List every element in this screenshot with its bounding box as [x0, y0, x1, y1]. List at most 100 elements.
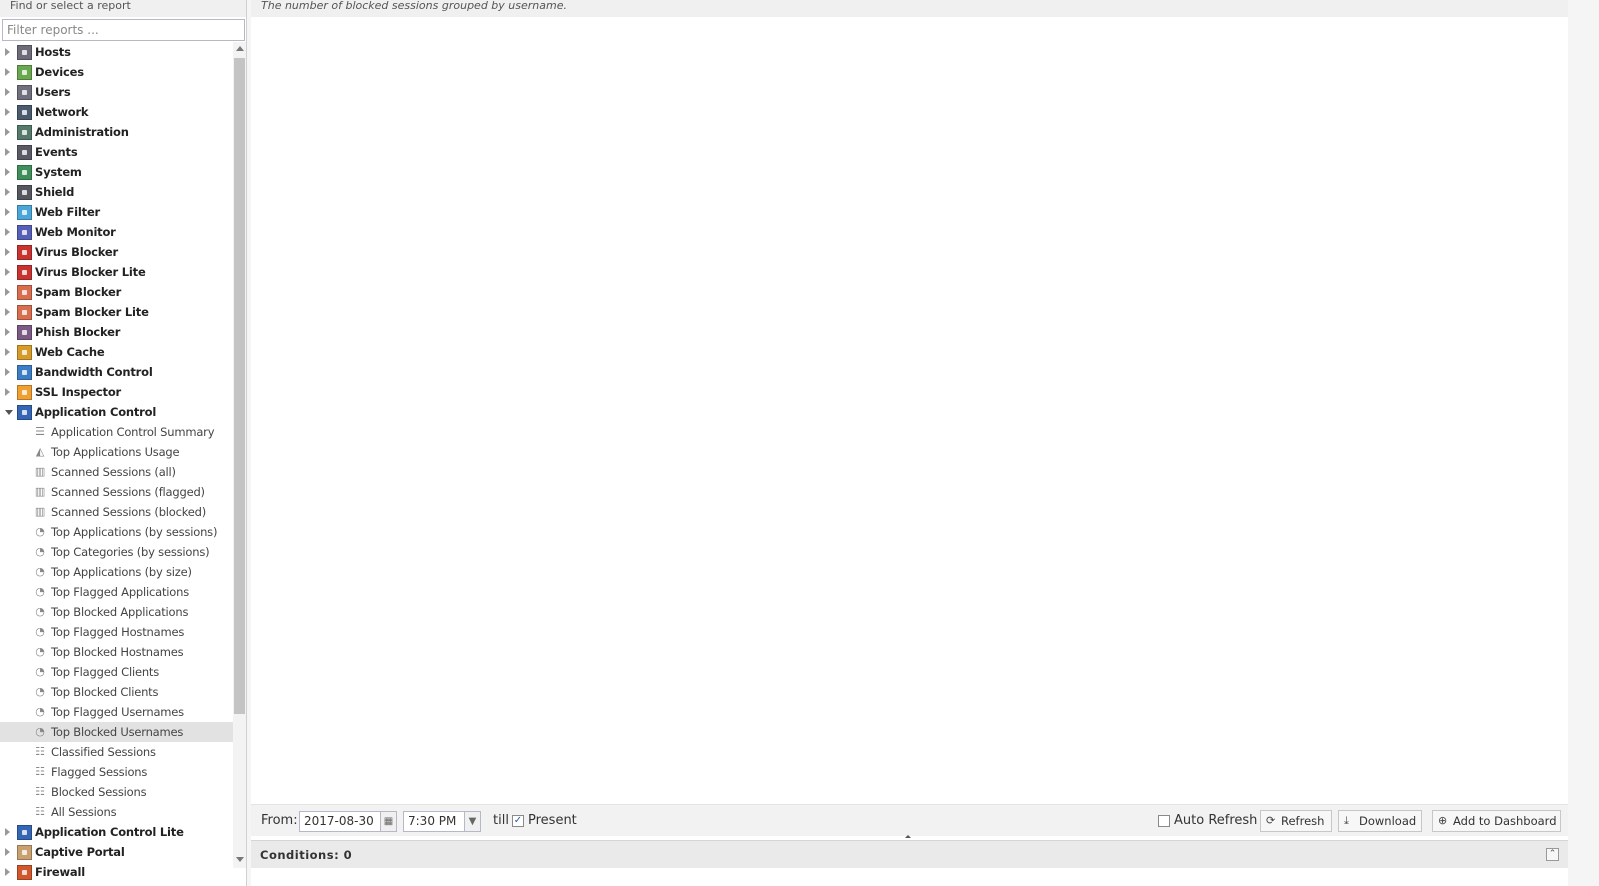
- collapsed-arrow-icon[interactable]: [5, 328, 10, 336]
- tree-category-label: Spam Blocker Lite: [35, 305, 149, 319]
- tree-category-application-control[interactable]: Application Control: [0, 402, 233, 422]
- tree-category-spam-blocker[interactable]: Spam Blocker: [0, 282, 233, 302]
- tree-report-flagged-sessions[interactable]: ☷ Flagged Sessions: [0, 762, 233, 782]
- tree-category-application-control-lite[interactable]: Application Control Lite: [0, 822, 233, 842]
- tree-category-phish-blocker[interactable]: Phish Blocker: [0, 322, 233, 342]
- tree-report-scanned-sessions-all[interactable]: ▥ Scanned Sessions (all): [0, 462, 233, 482]
- tree-category-label: System: [35, 165, 82, 179]
- chart-area: [251, 17, 1568, 804]
- tree-report-label: Top Flagged Usernames: [51, 705, 184, 719]
- report-panel: The number of blocked sessions grouped b…: [251, 0, 1568, 886]
- tree-category-events[interactable]: Events: [0, 142, 233, 162]
- collapsed-arrow-icon[interactable]: [5, 168, 10, 176]
- date-field[interactable]: 2017-08-30: [299, 811, 381, 832]
- tree-category-label: Events: [35, 145, 78, 159]
- tree-report-top-flagged-applications[interactable]: ◔ Top Flagged Applications: [0, 582, 233, 602]
- tree-category-system[interactable]: System: [0, 162, 233, 182]
- collapsed-arrow-icon[interactable]: [5, 128, 10, 136]
- tree-category-hosts[interactable]: Hosts: [0, 42, 233, 62]
- auto-refresh-checkbox[interactable]: [1158, 815, 1170, 827]
- tree-category-web-cache[interactable]: Web Cache: [0, 342, 233, 362]
- tree-category-web-monitor[interactable]: Web Monitor: [0, 222, 233, 242]
- list-icon: ☷: [35, 805, 45, 818]
- tree-report-label: Top Flagged Applications: [51, 585, 189, 599]
- tree-report-scanned-sessions-blocked[interactable]: ▥ Scanned Sessions (blocked): [0, 502, 233, 522]
- tree-report-top-applications-by-sessions[interactable]: ◔ Top Applications (by sessions): [0, 522, 233, 542]
- tree-category-label: Application Control Lite: [35, 825, 184, 839]
- pie-chart-icon: ◔: [35, 605, 45, 618]
- tree-category-users[interactable]: Users: [0, 82, 233, 102]
- collapsed-arrow-icon[interactable]: [5, 108, 10, 116]
- tree-report-top-flagged-hostnames[interactable]: ◔ Top Flagged Hostnames: [0, 622, 233, 642]
- spam-blocker-app-icon: [17, 285, 32, 300]
- collapsed-arrow-icon[interactable]: [5, 188, 10, 196]
- tree-report-top-flagged-usernames[interactable]: ◔ Top Flagged Usernames: [0, 702, 233, 722]
- pie-chart-icon: ◔: [35, 685, 45, 698]
- tree-category-web-filter[interactable]: Web Filter: [0, 202, 233, 222]
- chevron-down-icon[interactable]: ▼: [464, 811, 481, 832]
- events-app-icon: [17, 145, 32, 160]
- collapsed-arrow-icon[interactable]: [5, 368, 10, 376]
- tree-category-administration[interactable]: Administration: [0, 122, 233, 142]
- tree-report-label: Blocked Sessions: [51, 785, 147, 799]
- reports-sidebar: Find or select a report Hosts Devices User…: [0, 0, 247, 886]
- collapsed-arrow-icon[interactable]: [5, 348, 10, 356]
- collapsed-arrow-icon[interactable]: [5, 848, 10, 856]
- tree-report-top-categories-by-sessions[interactable]: ◔ Top Categories (by sessions): [0, 542, 233, 562]
- collapsed-arrow-icon[interactable]: [5, 68, 10, 76]
- expanded-arrow-icon[interactable]: [5, 410, 13, 415]
- tree-category-bandwidth-control[interactable]: Bandwidth Control: [0, 362, 233, 382]
- collapsed-arrow-icon[interactable]: [5, 308, 10, 316]
- filter-reports-input[interactable]: [2, 19, 245, 41]
- collapsed-arrow-icon[interactable]: [5, 88, 10, 96]
- sidebar-header: Find or select a report: [0, 0, 246, 17]
- right-margin: [1568, 0, 1599, 886]
- collapsed-arrow-icon[interactable]: [5, 148, 10, 156]
- collapsed-arrow-icon[interactable]: [5, 248, 10, 256]
- tree-report-top-blocked-usernames[interactable]: ◔ Top Blocked Usernames: [0, 722, 233, 742]
- tree-category-virus-blocker[interactable]: Virus Blocker: [0, 242, 233, 262]
- tree-category-virus-blocker-lite[interactable]: Virus Blocker Lite: [0, 262, 233, 282]
- tree-report-top-blocked-applications[interactable]: ◔ Top Blocked Applications: [0, 602, 233, 622]
- tree-scrollbar[interactable]: [233, 42, 246, 868]
- add-to-dashboard-button[interactable]: ⊕ Add to Dashboard: [1432, 810, 1561, 832]
- tree-report-scanned-sessions-flagged[interactable]: ▥ Scanned Sessions (flagged): [0, 482, 233, 502]
- tree-report-top-blocked-clients[interactable]: ◔ Top Blocked Clients: [0, 682, 233, 702]
- collapsed-arrow-icon[interactable]: [5, 868, 10, 876]
- tree-category-ssl-inspector[interactable]: SSL Inspector: [0, 382, 233, 402]
- tree-category-network[interactable]: Network: [0, 102, 233, 122]
- collapsed-arrow-icon[interactable]: [5, 388, 10, 396]
- scroll-thumb[interactable]: [234, 58, 245, 714]
- tree-report-blocked-sessions[interactable]: ☷ Blocked Sessions: [0, 782, 233, 802]
- collapsed-arrow-icon[interactable]: [5, 208, 10, 216]
- tree-category-captive-portal[interactable]: Captive Portal: [0, 842, 233, 862]
- tree-category-firewall[interactable]: Firewall: [0, 862, 233, 882]
- tree-report-all-sessions[interactable]: ☷ All Sessions: [0, 802, 233, 822]
- tree-category-devices[interactable]: Devices: [0, 62, 233, 82]
- scroll-down-arrow-icon[interactable]: [236, 857, 244, 862]
- download-button[interactable]: ⤓ Download: [1338, 810, 1422, 832]
- time-field[interactable]: 7:30 PM: [403, 811, 465, 832]
- tree-report-top-blocked-hostnames[interactable]: ◔ Top Blocked Hostnames: [0, 642, 233, 662]
- tree-report-top-applications-by-size[interactable]: ◔ Top Applications (by size): [0, 562, 233, 582]
- collapsed-arrow-icon[interactable]: [5, 48, 10, 56]
- collapsed-arrow-icon[interactable]: [5, 268, 10, 276]
- tree-report-top-applications-usage[interactable]: ◭ Top Applications Usage: [0, 442, 233, 462]
- conditions-panel[interactable]: Conditions: 0 ⌃: [251, 840, 1568, 868]
- present-checkbox[interactable]: ✓: [512, 815, 524, 827]
- collapsed-arrow-icon[interactable]: [5, 288, 10, 296]
- tree-report-application-control-summary[interactable]: ☰ Application Control Summary: [0, 422, 233, 442]
- tree-category-spam-blocker-lite[interactable]: Spam Blocker Lite: [0, 302, 233, 322]
- users-app-icon: [17, 85, 32, 100]
- tree-report-top-flagged-clients[interactable]: ◔ Top Flagged Clients: [0, 662, 233, 682]
- tree-category-shield[interactable]: Shield: [0, 182, 233, 202]
- expand-panel-icon[interactable]: ⌃: [1546, 848, 1559, 861]
- list-icon: ☷: [35, 785, 45, 798]
- refresh-button[interactable]: ⟳ Refresh: [1260, 810, 1332, 832]
- collapsed-arrow-icon[interactable]: [5, 228, 10, 236]
- tree-report-classified-sessions[interactable]: ☷ Classified Sessions: [0, 742, 233, 762]
- collapsed-arrow-icon[interactable]: [5, 828, 10, 836]
- calendar-icon[interactable]: ▦: [380, 811, 397, 832]
- scroll-up-arrow-icon[interactable]: [236, 46, 244, 51]
- download-icon: ⤓: [1344, 814, 1349, 827]
